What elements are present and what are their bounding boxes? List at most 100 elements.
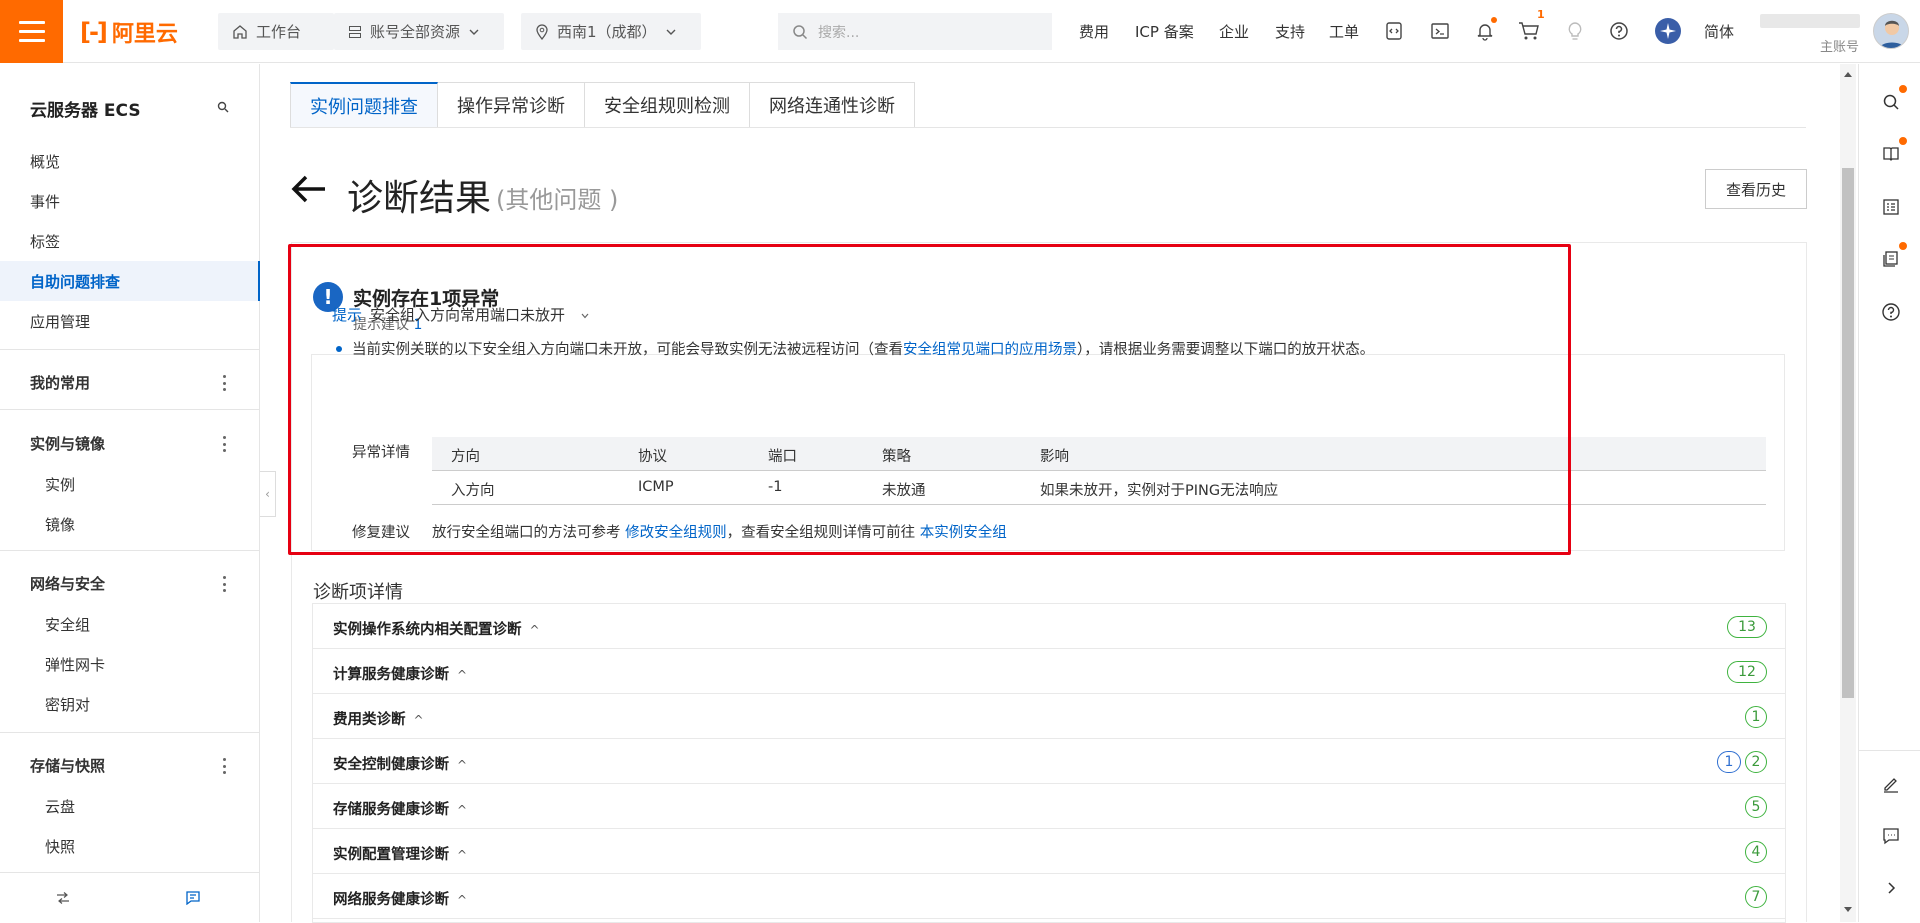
- sidebar-item-keypair[interactable]: 密钥对: [45, 694, 90, 715]
- list-item[interactable]: 网络服务健康诊断 ^ 7: [313, 874, 1785, 919]
- cart-icon[interactable]: 1: [1518, 8, 1545, 42]
- top-bar: [-] 阿里云 工作台 账号全部资源 西南1（成都） 搜索... 费用 ICP …: [0, 0, 1920, 63]
- tab-instance-troubleshoot[interactable]: 实例问题排查: [290, 82, 438, 128]
- sidebar-group-storage[interactable]: 存储与快照: [30, 755, 105, 776]
- tab-security-group-check[interactable]: 安全组规则检测: [585, 82, 750, 128]
- list-item[interactable]: 实例配置管理诊断 ^ 4: [313, 829, 1785, 874]
- notification-dot: [1899, 85, 1907, 93]
- list-item[interactable]: 存储服务健康诊断 ^ 5: [313, 784, 1785, 829]
- account-role: 主账号: [1820, 40, 1860, 55]
- workbench-button[interactable]: 工作台: [218, 13, 334, 50]
- search-icon: [793, 24, 808, 39]
- diagnosis-list: 实例操作系统内相关配置诊断 ^ 13 计算服务健康诊断 ^ 12 费用类诊断 ^ 1 …: [312, 603, 1786, 923]
- sidebar-item-image[interactable]: 镜像: [45, 514, 75, 535]
- nav-ticket[interactable]: 工单: [1329, 0, 1359, 63]
- list-item[interactable]: 安全控制健康诊断 ^ 1 2: [313, 739, 1785, 784]
- notification-dot: [1491, 17, 1497, 23]
- logo-text: 阿里云: [111, 22, 178, 47]
- code-icon[interactable]: [1383, 20, 1405, 42]
- tab-operation-diagnosis[interactable]: 操作异常诊断: [438, 82, 585, 128]
- sidebar: 云服务器 ECS 概览 事件 标签 自助问题排查 应用管理 我的常用 实例与镜像…: [0, 64, 260, 922]
- message-icon[interactable]: [186, 891, 200, 905]
- list-item[interactable]: 实例操作系统内相关配置诊断 ^ 13: [313, 604, 1785, 649]
- checklist-icon[interactable]: [1880, 196, 1902, 218]
- count-badge: 7: [1745, 886, 1767, 908]
- sidebar-group-network[interactable]: 网络与安全: [30, 573, 105, 594]
- chevron-up-icon: ^: [529, 623, 540, 637]
- highlight-box: [288, 244, 1571, 555]
- aliyun-logo[interactable]: [-] 阿里云: [80, 16, 178, 48]
- help-icon[interactable]: [1608, 20, 1630, 42]
- search-icon[interactable]: [217, 101, 229, 113]
- notification-dot: [1899, 242, 1907, 250]
- search-input[interactable]: 搜索...: [778, 13, 1052, 50]
- lightbulb-icon[interactable]: [1564, 20, 1586, 42]
- sidebar-item-eni[interactable]: 弹性网卡: [45, 654, 105, 675]
- chevron-up-icon: ^: [413, 713, 424, 727]
- sidebar-item-overview[interactable]: 概览: [30, 151, 60, 172]
- sidebar-item-instance[interactable]: 实例: [45, 474, 75, 495]
- sidebar-item-apps[interactable]: 应用管理: [30, 311, 90, 332]
- switch-icon[interactable]: [56, 892, 70, 904]
- chat-icon[interactable]: [1880, 825, 1902, 847]
- sidebar-item-tags[interactable]: 标签: [30, 231, 60, 252]
- avatar[interactable]: [1873, 13, 1909, 49]
- sidebar-item-events[interactable]: 事件: [30, 191, 60, 212]
- divider: [1858, 750, 1920, 751]
- terminal-icon[interactable]: [1429, 20, 1451, 42]
- back-arrow-icon[interactable]: [291, 174, 327, 211]
- count-badge: 1: [1745, 706, 1767, 728]
- help-icon[interactable]: [1880, 301, 1902, 323]
- nav-icp[interactable]: ICP 备案: [1135, 0, 1194, 63]
- nav-fees[interactable]: 费用: [1079, 0, 1109, 63]
- chevron-up-icon: ^: [457, 803, 468, 817]
- bell-icon[interactable]: [1474, 17, 1497, 42]
- search-icon[interactable]: [1880, 85, 1907, 113]
- resources-dropdown[interactable]: 账号全部资源: [334, 13, 504, 50]
- sidebar-item-security-group[interactable]: 安全组: [45, 614, 90, 635]
- tabs: 实例问题排查 操作异常诊断 安全组规则检测 网络连通性诊断: [290, 82, 915, 128]
- more-icon[interactable]: [222, 576, 226, 592]
- divider: [0, 349, 259, 350]
- edit-icon[interactable]: [1880, 773, 1902, 795]
- account-name-blurred[interactable]: [1760, 14, 1860, 28]
- sidebar-item-disk[interactable]: 云盘: [45, 796, 75, 817]
- location-icon: [536, 23, 548, 40]
- sidebar-group-favorites[interactable]: 我的常用: [30, 372, 90, 393]
- more-icon[interactable]: [222, 375, 226, 391]
- tab-network-diagnosis[interactable]: 网络连通性诊断: [750, 82, 915, 128]
- tab-divider: [290, 127, 1806, 128]
- document-stack-icon[interactable]: [1880, 242, 1907, 270]
- warning-count-badge: 1: [1717, 751, 1741, 773]
- scroll-down-icon[interactable]: [1843, 906, 1853, 914]
- logo-bracket-icon: [-]: [80, 18, 108, 46]
- divider: [0, 550, 259, 551]
- scroll-up-icon[interactable]: [1843, 70, 1853, 78]
- more-icon[interactable]: [222, 758, 226, 774]
- divider: [0, 732, 259, 733]
- nav-support[interactable]: 支持: [1275, 0, 1305, 63]
- sidebar-footer: [0, 872, 259, 922]
- list-item[interactable]: 费用类诊断 ^ 1: [313, 694, 1785, 739]
- nav-enterprise[interactable]: 企业: [1219, 0, 1249, 63]
- sidebar-item-troubleshoot[interactable]: 自助问题排查: [30, 271, 120, 292]
- language-switch[interactable]: 简体: [1704, 0, 1734, 63]
- menu-icon[interactable]: [0, 0, 63, 63]
- ai-assistant-icon[interactable]: [1655, 18, 1681, 44]
- page-subtitle: (其他问题 ): [496, 186, 619, 214]
- list-item[interactable]: 计算服务健康诊断 ^ 12: [313, 649, 1785, 694]
- cart-count: 1: [1537, 8, 1545, 21]
- page-title: 诊断结果: [347, 178, 492, 219]
- more-icon[interactable]: [222, 436, 226, 452]
- sidebar-group-instances[interactable]: 实例与镜像: [30, 433, 105, 454]
- count-badge: 5: [1745, 796, 1767, 818]
- book-icon[interactable]: [1880, 137, 1907, 165]
- chevron-down-icon: [666, 29, 676, 35]
- scrollbar-thumb[interactable]: [1842, 168, 1854, 698]
- view-history-button[interactable]: 查看历史: [1705, 169, 1807, 209]
- notification-dot: [1899, 137, 1907, 145]
- region-dropdown[interactable]: 西南1（成都）: [521, 13, 701, 50]
- chevron-up-icon: ^: [457, 758, 468, 772]
- sidebar-item-snapshot[interactable]: 快照: [45, 836, 75, 857]
- chevron-right-icon[interactable]: [1880, 877, 1902, 899]
